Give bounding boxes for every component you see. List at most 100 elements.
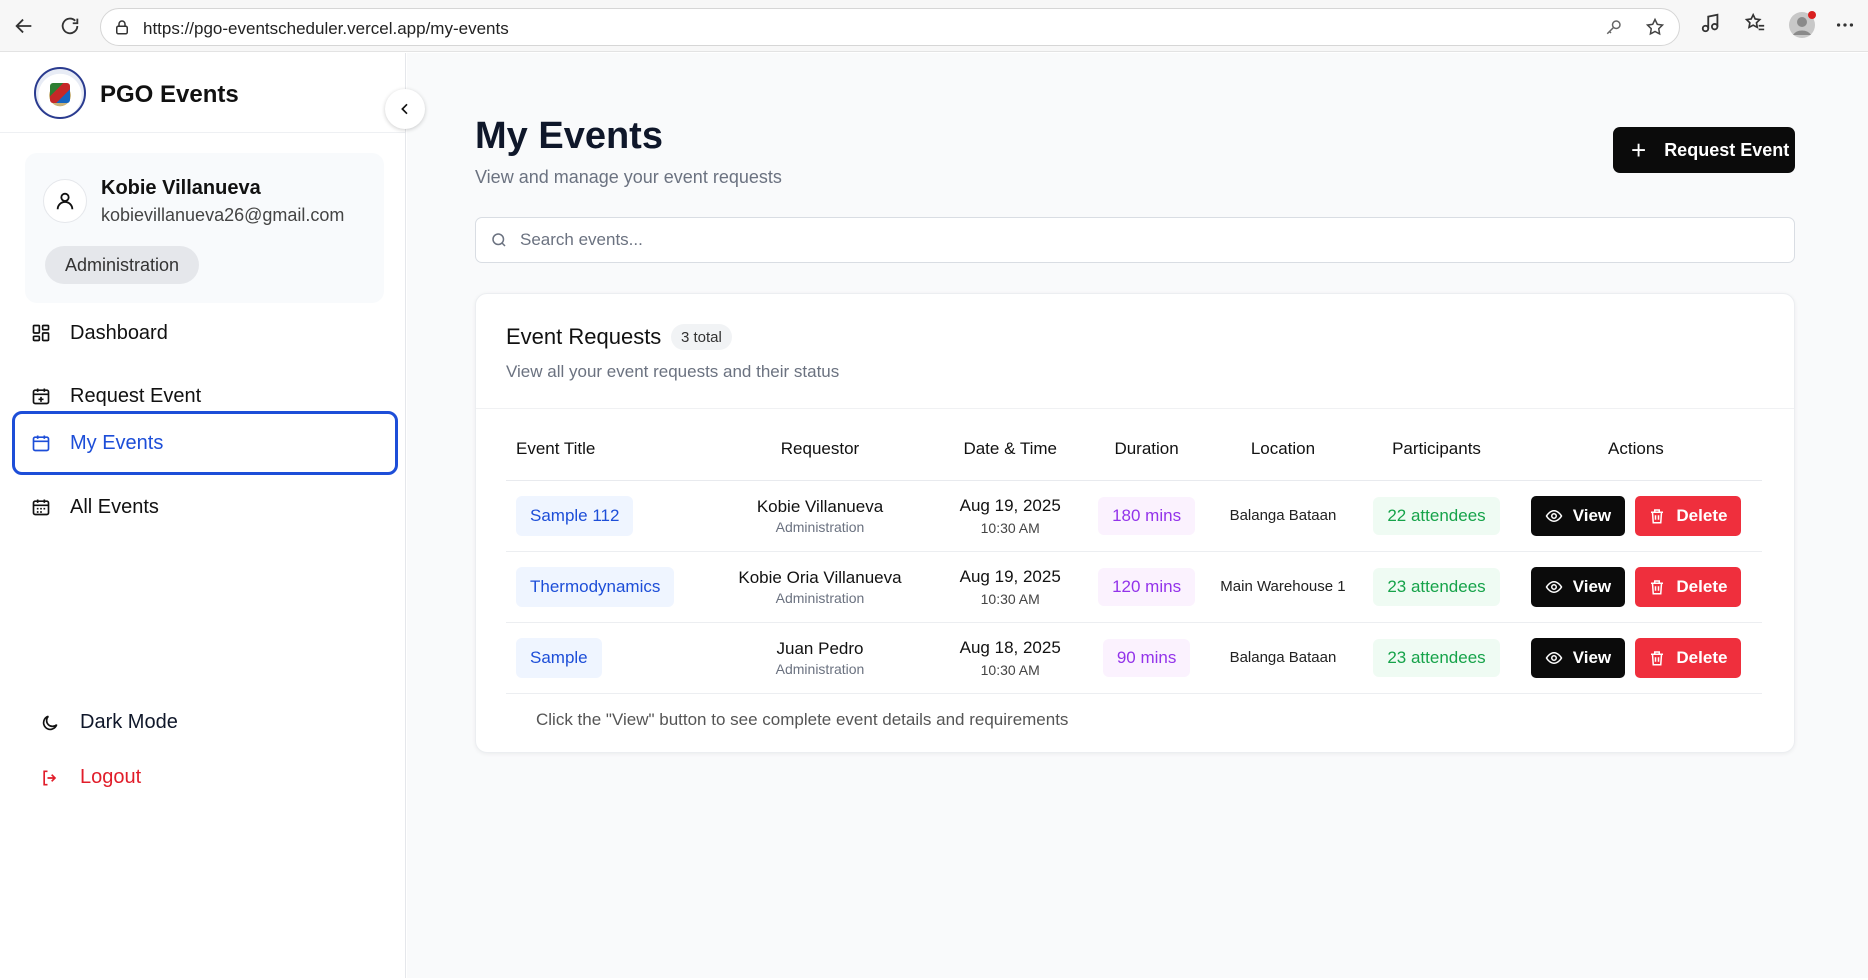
table-row: Sample Juan Pedro Administration Aug 18, … bbox=[506, 622, 1762, 694]
card-title: Event Requests bbox=[506, 324, 662, 349]
nav-my-events-label: My Events bbox=[70, 431, 164, 454]
search-bar bbox=[475, 217, 1795, 263]
column-header-actions: Actions bbox=[1509, 418, 1762, 481]
requestor-name: Juan Pedro bbox=[776, 638, 864, 658]
logout-label: Logout bbox=[80, 766, 142, 788]
event-date: Aug 18, 2025 bbox=[959, 637, 1061, 657]
event-title-link[interactable]: Sample 112 bbox=[516, 495, 634, 536]
requestor-name: Kobie Villanueva bbox=[756, 496, 884, 516]
reload-icon[interactable] bbox=[56, 12, 84, 40]
event-time: 10:30 AM bbox=[980, 590, 1040, 607]
table-row: Thermodynamics Kobie Oria Villanueva Admi… bbox=[506, 551, 1762, 623]
user-avatar-icon bbox=[43, 179, 87, 223]
moon-icon bbox=[40, 712, 62, 734]
bataan-logo bbox=[34, 67, 86, 119]
view-button[interactable]: View bbox=[1530, 637, 1625, 678]
calendar-icon bbox=[30, 432, 52, 454]
nav-request-event-label: Request Event bbox=[70, 384, 202, 407]
search-icon bbox=[490, 231, 508, 254]
address-bar[interactable]: https://pgo-eventscheduler.vercel.app/my… bbox=[100, 8, 1680, 46]
column-header-duration[interactable]: Duration bbox=[1090, 418, 1203, 481]
nav-my-events[interactable]: My Events bbox=[12, 411, 398, 475]
delete-button[interactable]: Delete bbox=[1634, 495, 1741, 536]
event-title-link[interactable]: Thermodynamics bbox=[516, 566, 675, 607]
logout-icon bbox=[40, 767, 62, 789]
duration-badge: 180 mins bbox=[1098, 496, 1196, 535]
user-role-badge: Administration bbox=[45, 246, 200, 284]
dashboard-icon bbox=[30, 322, 52, 344]
delete-button-label: Delete bbox=[1676, 647, 1728, 667]
request-event-button[interactable]: + Request Event bbox=[1613, 127, 1795, 173]
collapse-sidebar-button[interactable] bbox=[385, 89, 425, 129]
url-text: https://pgo-eventscheduler.vercel.app/my… bbox=[143, 19, 509, 38]
table-row: Sample 112 Kobie Villanueva Administratio… bbox=[506, 480, 1762, 552]
eye-icon bbox=[1545, 651, 1563, 664]
view-button-label: View bbox=[1572, 647, 1612, 667]
view-button-label: View bbox=[1572, 576, 1612, 596]
column-header-requestor[interactable]: Requestor bbox=[709, 418, 930, 481]
user-profile-card: Kobie Villanueva kobievillanueva26@gmail… bbox=[25, 153, 384, 303]
main-content: My Events View and manage your event req… bbox=[407, 53, 1868, 978]
logout-button[interactable]: Logout bbox=[40, 766, 141, 789]
more-options-icon[interactable] bbox=[1834, 14, 1856, 41]
total-count-badge: 3 total bbox=[671, 324, 732, 350]
duration-badge: 120 mins bbox=[1098, 567, 1196, 606]
participants-badge: 23 attendees bbox=[1373, 638, 1500, 677]
view-button-label: View bbox=[1572, 505, 1612, 525]
brand-title: PGO Events bbox=[100, 81, 239, 108]
event-location: Main Warehouse 1 bbox=[1220, 577, 1346, 595]
nav-all-events-label: All Events bbox=[70, 495, 159, 518]
event-time: 10:30 AM bbox=[980, 661, 1040, 678]
column-header-participants[interactable]: Participants bbox=[1363, 418, 1510, 481]
participants-badge: 23 attendees bbox=[1373, 567, 1500, 606]
key-icon[interactable] bbox=[1605, 18, 1623, 41]
dark-mode-label: Dark Mode bbox=[80, 711, 178, 733]
dark-mode-toggle[interactable]: Dark Mode bbox=[40, 711, 178, 734]
delete-button-label: Delete bbox=[1676, 505, 1728, 525]
delete-button[interactable]: Delete bbox=[1634, 566, 1741, 607]
column-header-date-time[interactable]: Date & Time bbox=[930, 418, 1091, 481]
requestor-department: Administration bbox=[775, 660, 865, 677]
participants-badge: 22 attendees bbox=[1373, 496, 1500, 535]
browser-toolbar: https://pgo-eventscheduler.vercel.app/my… bbox=[0, 0, 1868, 52]
brand-header: PGO Events bbox=[0, 53, 405, 133]
favorites-icon[interactable] bbox=[1744, 12, 1766, 39]
trash-icon bbox=[1651, 579, 1664, 594]
nav-dashboard-label: Dashboard bbox=[70, 321, 168, 344]
user-email: kobievillanueva26@gmail.com bbox=[101, 205, 345, 225]
view-button[interactable]: View bbox=[1530, 495, 1625, 536]
event-location: Balanga Bataan bbox=[1229, 506, 1337, 524]
event-date: Aug 19, 2025 bbox=[959, 566, 1061, 586]
user-name: Kobie Villanueva bbox=[101, 177, 261, 199]
duration-badge: 90 mins bbox=[1102, 638, 1191, 677]
column-header-event-title[interactable]: Event Title bbox=[506, 418, 710, 481]
plus-icon: + bbox=[1631, 135, 1647, 165]
column-header-location[interactable]: Location bbox=[1202, 418, 1364, 481]
event-time: 10:30 AM bbox=[980, 519, 1040, 536]
trash-icon bbox=[1651, 650, 1664, 665]
music-extension-icon[interactable] bbox=[1700, 12, 1722, 39]
lock-icon bbox=[113, 18, 131, 41]
nav-dashboard[interactable]: Dashboard bbox=[12, 301, 398, 365]
event-date: Aug 19, 2025 bbox=[959, 495, 1061, 515]
view-button[interactable]: View bbox=[1530, 566, 1625, 607]
favorite-star-icon[interactable] bbox=[1645, 17, 1665, 42]
page-title: My Events bbox=[475, 115, 663, 157]
sidebar: PGO Events Kobie Villanueva kobievillanu… bbox=[0, 53, 425, 978]
request-event-button-label: Request Event bbox=[1664, 139, 1790, 160]
profile-avatar-icon[interactable] bbox=[1788, 11, 1816, 44]
view-hint-text: Click the "View" button to see complete … bbox=[536, 710, 1069, 729]
event-title-link[interactable]: Sample bbox=[516, 637, 602, 678]
calendar-plus-icon bbox=[30, 385, 52, 407]
event-location: Balanga Bataan bbox=[1229, 648, 1337, 666]
card-header: Event Requests 3 total View all your eve… bbox=[476, 294, 1794, 409]
requestor-department: Administration bbox=[775, 589, 865, 606]
delete-button[interactable]: Delete bbox=[1634, 637, 1741, 678]
back-icon[interactable] bbox=[10, 12, 38, 40]
search-input[interactable] bbox=[520, 218, 1780, 262]
page-subtitle: View and manage your event requests bbox=[475, 167, 782, 187]
requestor-name: Kobie Oria Villanueva bbox=[738, 567, 902, 587]
nav-all-events[interactable]: All Events bbox=[12, 475, 398, 539]
row-actions: View Delete bbox=[1510, 566, 1762, 607]
events-table: Event Title Requestor Date & Time Durati… bbox=[506, 418, 1762, 694]
